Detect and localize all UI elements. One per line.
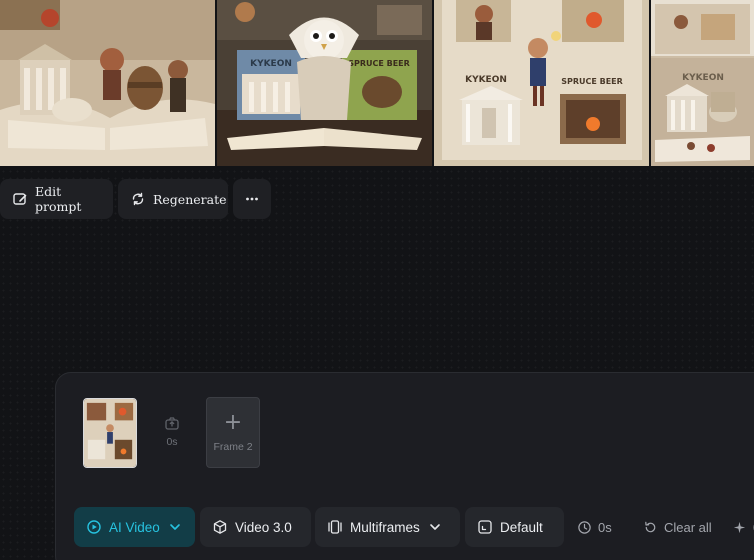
generated-image-strip: KYKEON SPRUCE BEER KYKEON SPRUCE BEER KY…	[0, 0, 754, 166]
ellipsis-icon	[246, 197, 258, 201]
pop-up-book-owl-illustration: KYKEON SPRUCE BEER	[217, 0, 432, 166]
aspect-ratio-button[interactable]: Default	[465, 507, 564, 547]
frame-thumbnail-image	[84, 399, 136, 467]
generated-image-3[interactable]: KYKEON SPRUCE BEER	[434, 0, 649, 166]
frame-2-label: Frame 2	[213, 440, 253, 453]
gap-duration-label: 0s	[166, 436, 178, 448]
upload-frame-icon	[165, 417, 179, 430]
mode-dropdown[interactable]: Multiframes	[315, 507, 460, 547]
clear-all-button[interactable]: Clear all	[643, 507, 712, 547]
composer-panel: 0s + Frame 2 AI Video Video 3.0 Multifra…	[55, 372, 754, 560]
generated-image-4[interactable]: KYKEON	[651, 0, 754, 166]
frame-1-thumbnail[interactable]	[83, 398, 137, 468]
add-frame-2-button[interactable]: + Frame 2	[206, 397, 260, 468]
more-options-button[interactable]	[233, 179, 271, 219]
pop-up-book-temple-illustration: KYKEON	[651, 0, 754, 166]
edit-icon	[13, 193, 27, 205]
play-circle-icon	[87, 520, 101, 534]
cube-icon	[213, 520, 227, 534]
duration-button[interactable]: 0s	[577, 507, 612, 547]
regenerate-label: Regenerate	[153, 191, 227, 207]
spruce-beer-sign: SPRUCE BEER	[348, 59, 410, 68]
kykeon-sign: KYKEON	[465, 75, 507, 85]
clock-icon	[578, 520, 591, 534]
pop-up-book-classical-illustration	[0, 0, 215, 166]
mode-label: Multiframes	[350, 519, 420, 535]
spruce-beer-sign: SPRUCE BEER	[561, 77, 623, 86]
duration-label: 0s	[598, 519, 612, 535]
sparkle-icon	[733, 521, 746, 533]
ratio-label: Default	[500, 519, 543, 535]
frame-transition-duration[interactable]: 0s	[157, 415, 187, 455]
model-selector-button[interactable]: Video 3.0	[200, 507, 311, 547]
kykeon-sign: KYKEON	[250, 59, 292, 69]
model-label: Video 3.0	[235, 519, 292, 535]
edit-prompt-label: Edit prompt	[35, 184, 82, 214]
edit-prompt-button[interactable]: Edit prompt	[0, 179, 113, 219]
aspect-ratio-icon	[478, 520, 492, 534]
chevron-down-icon	[429, 524, 440, 530]
pop-up-book-figure-illustration: KYKEON SPRUCE BEER	[434, 0, 649, 166]
credits-indicator: 0	[732, 507, 754, 547]
regenerate-icon	[132, 192, 144, 206]
generated-image-2[interactable]: KYKEON SPRUCE BEER	[217, 0, 432, 166]
regenerate-button[interactable]: Regenerate	[118, 179, 228, 219]
ai-video-label: AI Video	[109, 519, 160, 535]
multiframes-icon	[328, 520, 342, 534]
plus-icon: +	[223, 409, 243, 435]
reset-icon	[645, 521, 656, 532]
generated-image-1[interactable]	[0, 0, 215, 166]
chevron-down-icon	[169, 524, 180, 530]
clear-all-label: Clear all	[664, 519, 712, 535]
ai-video-dropdown[interactable]: AI Video	[74, 507, 195, 547]
kykeon-sign: KYKEON	[682, 73, 724, 83]
